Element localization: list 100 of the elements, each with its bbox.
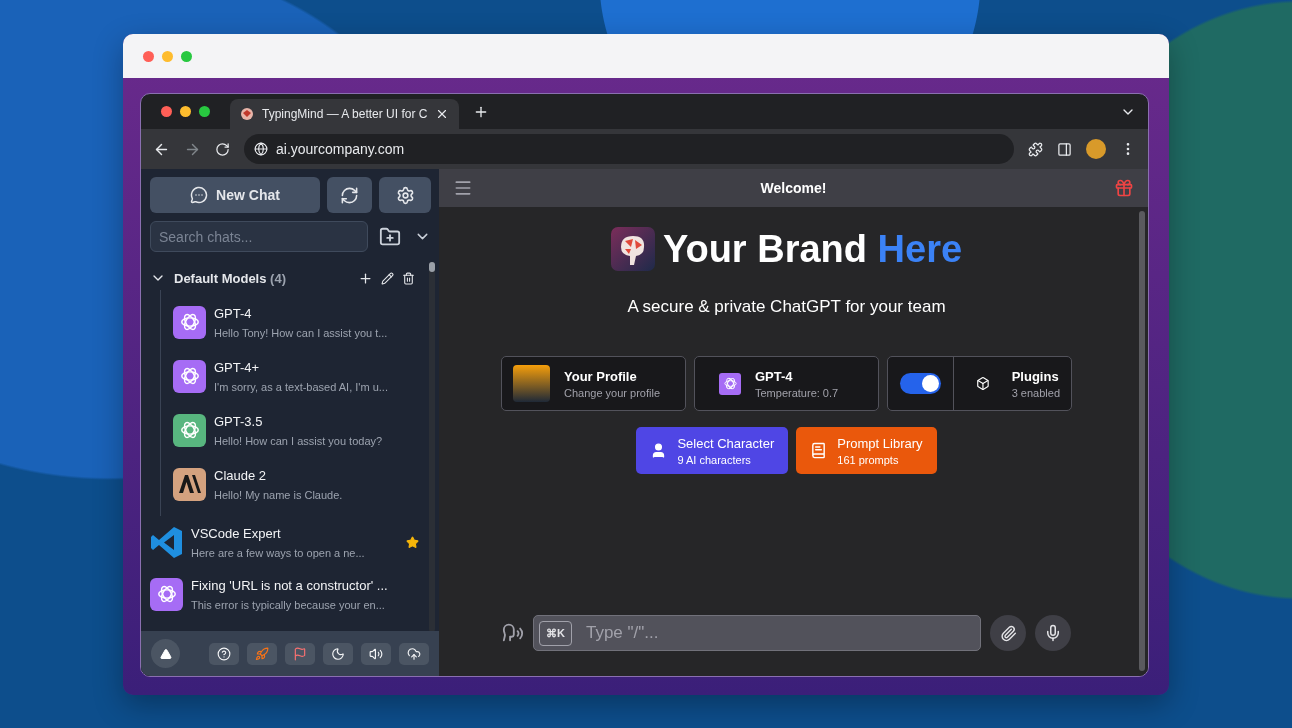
star-icon[interactable] — [406, 535, 419, 549]
help-button[interactable] — [209, 642, 239, 665]
tab-title: TypingMind — A better UI for C — [262, 107, 428, 121]
folder-header[interactable]: Default Models (4) — [150, 266, 425, 290]
close-dot-icon[interactable] — [143, 50, 154, 62]
chat-title: GPT-4 — [214, 305, 253, 321]
new-chat-button[interactable]: New Chat — [150, 177, 320, 213]
sync-button[interactable] — [327, 177, 372, 213]
chat-preview: Here are a few ways to open a ne... — [191, 546, 366, 559]
select-character-button[interactable]: Select Character 9 AI characters — [636, 427, 789, 474]
close-dot-icon[interactable] — [161, 106, 172, 117]
settings-button[interactable] — [379, 177, 431, 213]
chat-title: VSCode Expert — [191, 525, 282, 541]
zoom-dot-icon[interactable] — [181, 50, 192, 62]
card-title: GPT-4 — [755, 368, 794, 384]
new-folder-icon[interactable] — [379, 225, 401, 248]
button-title: Prompt Library — [837, 435, 923, 451]
chat-title: GPT-4+ — [214, 359, 261, 375]
chat-preview: I'm sorry, as a text-based AI, I'm u... — [214, 380, 389, 393]
chat-preview: Hello Tony! How can I assist you t... — [214, 326, 389, 339]
chat-item[interactable]: GPT-3.5 Hello! How can I assist you today? — [173, 404, 425, 456]
minimize-dot-icon[interactable] — [180, 106, 191, 117]
menu-icon[interactable] — [453, 178, 473, 198]
chat-preview: This error is typically because your en... — [191, 598, 386, 611]
microphone-icon — [1044, 624, 1062, 642]
side-panel-icon[interactable] — [1057, 141, 1072, 157]
search-field[interactable]: Search chats... — [150, 221, 368, 252]
tagline: A secure & private ChatGPT for your team — [627, 297, 946, 317]
brain-favicon-icon — [240, 107, 254, 121]
chat-item[interactable]: Claude 2 Hello! My name is Claude. — [173, 458, 425, 510]
rocket-button[interactable] — [247, 642, 277, 665]
chat-title: Fixing 'URL is not a constructor' ... — [191, 577, 389, 593]
scrollbar-thumb[interactable] — [429, 262, 435, 272]
ribbon-logo-icon — [150, 525, 183, 559]
brain-logo-icon — [610, 227, 655, 271]
attach-button[interactable] — [990, 615, 1026, 651]
photo-placeholder — [513, 365, 550, 402]
paperclip-icon — [999, 624, 1017, 642]
cloud-upload-icon — [407, 646, 421, 661]
rocket-icon — [255, 646, 269, 661]
puzzle-icon[interactable] — [1028, 141, 1043, 157]
speaker-icon — [369, 646, 383, 661]
sound-button[interactable] — [361, 642, 391, 665]
upload-button[interactable] — [399, 642, 429, 665]
pencil-icon[interactable] — [381, 271, 394, 285]
help-icon — [217, 646, 231, 661]
chat-title: GPT-3.5 — [214, 413, 264, 429]
button-subtitle: 161 prompts — [837, 453, 900, 466]
language-button[interactable] — [285, 642, 315, 665]
chat-item[interactable]: GPT-4+ I'm sorry, as a text-based AI, I'm u... — [173, 350, 425, 402]
card-title: Plugins — [1011, 368, 1060, 384]
voice-person-icon[interactable] — [502, 622, 524, 644]
chat-item[interactable]: Fixing 'URL is not a constructor' ... This error is typically because your en... — [150, 568, 425, 620]
cube-icon — [975, 376, 990, 391]
address-bar[interactable]: ai.yourcompany.com — [244, 134, 1014, 164]
model-card[interactable]: GPT-4 Temperature: 0.7 — [694, 356, 879, 411]
profile-card[interactable]: Your Profile Change your profile — [501, 356, 686, 411]
toggle-switch[interactable] — [899, 373, 941, 394]
chat-preview: Hello! How can I assist you today? — [214, 434, 384, 447]
card-subtitle: 3 enabled — [1011, 386, 1060, 399]
flower-knot-icon — [178, 311, 201, 333]
chat-title: Claude 2 — [214, 467, 268, 483]
minimize-dot-icon[interactable] — [162, 50, 173, 62]
chat-bubble-icon — [190, 186, 209, 204]
avatar[interactable] — [1086, 139, 1106, 159]
expand-button[interactable] — [151, 639, 180, 668]
triangle-up-icon — [159, 647, 172, 660]
flag-icon — [293, 646, 307, 661]
book-icon — [810, 442, 828, 459]
shortcut-key: ⌘K — [539, 620, 572, 646]
folder-name: Default Models (4) — [174, 270, 287, 286]
page-title: Welcome! — [759, 180, 828, 196]
zoom-dot-icon[interactable] — [199, 106, 210, 117]
url-text: ai.yourcompany.com — [276, 141, 405, 157]
refresh-icon — [340, 185, 359, 205]
chat-preview: Hello! My name is Claude. — [214, 488, 344, 501]
button-title: Select Character — [677, 435, 775, 451]
globe-icon — [254, 142, 268, 156]
plus-icon[interactable] — [358, 270, 373, 286]
message-text-input[interactable]: Type "/"... — [583, 622, 975, 644]
chat-item[interactable]: VSCode Expert Here are a few ways to open a ne... — [150, 516, 425, 568]
gift-icon[interactable] — [1114, 178, 1134, 198]
chat-item[interactable]: GPT-4 Hello Tony! How can I assist you t... — [173, 296, 425, 348]
message-input[interactable]: ⌘K Type "/"... — [533, 615, 981, 651]
browser-tab[interactable]: TypingMind — A better UI for C — [230, 99, 460, 129]
prompt-library-button[interactable]: Prompt Library 161 prompts — [796, 427, 937, 474]
flower-knot-icon — [178, 419, 201, 441]
button-subtitle: 9 AI characters — [677, 453, 752, 466]
reload-icon[interactable] — [215, 141, 230, 157]
moon-icon — [331, 646, 345, 661]
card-subtitle: Change your profile — [564, 386, 660, 399]
microphone-button[interactable] — [1035, 615, 1071, 651]
brand-title: Your Brand Here — [662, 227, 963, 271]
flower-knot-icon — [178, 365, 201, 387]
trash-icon[interactable] — [402, 271, 415, 285]
settings-icon — [395, 185, 415, 205]
flower-knot-icon — [155, 583, 178, 605]
card-subtitle: Temperature: 0.7 — [755, 386, 839, 399]
card-title: Your Profile — [564, 368, 638, 384]
theme-button[interactable] — [323, 642, 353, 665]
